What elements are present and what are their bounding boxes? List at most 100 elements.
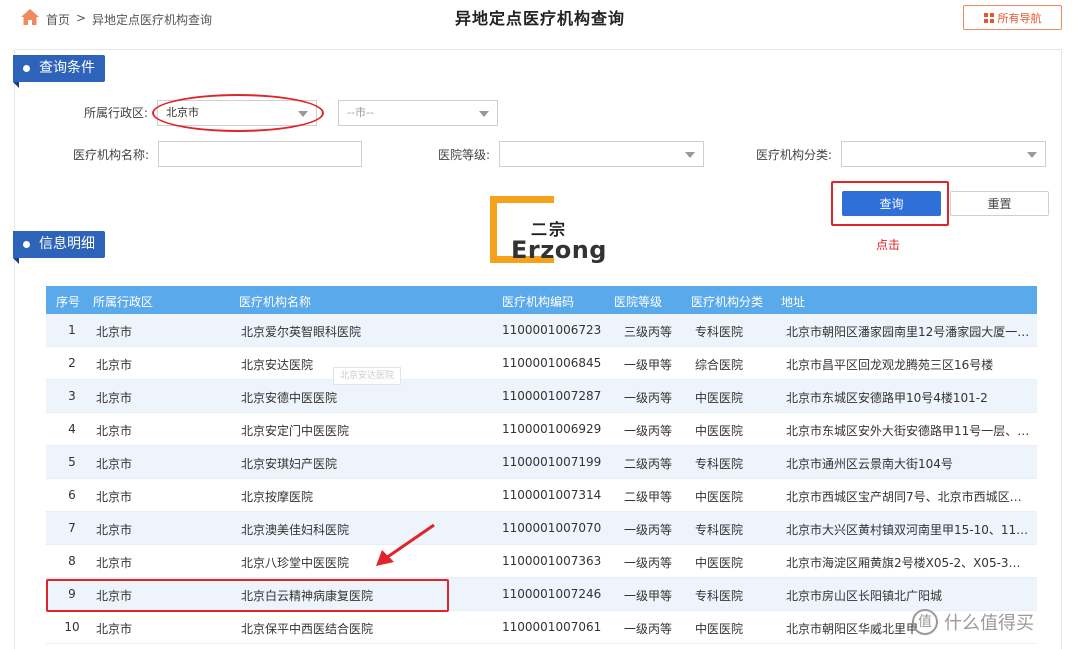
cell-code: 1100001007363 [502, 554, 602, 568]
cell-category: 综合医院 [695, 358, 744, 372]
cell-name: 北京安达医院 [241, 358, 314, 372]
top-bar: 首页 > 异地定点医疗机构查询 异地定点医疗机构查询 所有导航 [0, 0, 1080, 38]
cell-category: 专科医院 [695, 325, 744, 339]
cell-code: 1100001007199 [502, 455, 602, 469]
table-row[interactable]: 3 北京市 北京安德中医医院 1100001007287 一级丙等 中医医院 北京市东城区安… [46, 380, 1037, 413]
institution-category-label: 医疗机构分类: [756, 148, 833, 162]
chevron-down-icon [1027, 152, 1037, 158]
site-watermark-text: 什么值得买 [944, 613, 1034, 634]
bullet-icon [23, 241, 30, 248]
cell-code: 1100001006845 [502, 356, 602, 370]
chevron-down-icon [479, 111, 489, 117]
cell-name: 北京澳美佳妇科医院 [241, 523, 350, 537]
cell-name: 北京八珍堂中医医院 [241, 556, 350, 570]
cell-code: 1100001007061 [502, 620, 602, 634]
cell-address: 北京市房山区长阳镇北广阳城 [786, 589, 943, 603]
cell-name: 北京安德中医医院 [241, 391, 338, 405]
row-9-highlight-box [46, 579, 449, 612]
cell-code: 1100001006929 [502, 422, 602, 436]
cell-no: 7 [68, 521, 76, 535]
region-highlight-oval [152, 94, 324, 132]
table-row[interactable]: 2 北京市 北京安达医院 1100001006845 一级甲等 综合医院 北京市昌平区回龙观… [46, 347, 1037, 380]
cell-category: 中医医院 [695, 490, 744, 504]
cell-address: 北京市通州区云景南大街104号 [786, 457, 953, 471]
cell-region: 北京市 [96, 490, 133, 504]
cell-code: 1100001007287 [502, 389, 602, 403]
click-annotation: 点击 [876, 238, 901, 252]
cell-no: 1 [68, 323, 76, 337]
cell-no: 10 [64, 620, 80, 634]
red-arrow-icon [376, 523, 435, 566]
institution-name-input[interactable] [158, 141, 362, 167]
table-row[interactable]: 8 北京市 北京八珍堂中医医院 1100001007363 一级丙等 中医医院 北京市海淀区… [46, 545, 1037, 578]
cell-no: 6 [68, 488, 76, 502]
header-category[interactable]: 医疗机构分类 [691, 293, 763, 310]
header-region[interactable]: 所属行政区 [93, 293, 153, 310]
table-row[interactable]: 6 北京市 北京按摩医院 1100001007314 二级甲等 中医医院 北京市西城区宝产胡… [46, 479, 1037, 512]
cell-category: 中医医院 [695, 622, 744, 636]
cell-name: 北京安琪妇产医院 [241, 457, 338, 471]
cell-level: 二级甲等 [624, 490, 673, 504]
table-row[interactable]: 7 北京市 北京澳美佳妇科医院 1100001007070 一级丙等 专科医院 北京市大兴区… [46, 512, 1037, 545]
logo-en-text: Erzong [511, 236, 607, 264]
table-row[interactable]: 4 北京市 北京安定门中医医院 1100001006929 一级丙等 中医医院 北京市东城区… [46, 413, 1037, 446]
info-section-title: 信息明细 [13, 231, 105, 264]
cell-region: 北京市 [96, 358, 133, 372]
reset-button[interactable]: 重置 [950, 191, 1049, 216]
city-select[interactable]: --市-- [338, 100, 498, 126]
cell-category: 专科医院 [695, 589, 744, 603]
header-address[interactable]: 地址 [781, 293, 805, 310]
table-row[interactable]: 1 北京市 北京爱尔英智眼科医院 1100001006723 三级丙等 专科医院 北京市朝阳… [46, 314, 1037, 347]
cell-category: 中医医院 [695, 424, 744, 438]
cell-code: 1100001007070 [502, 521, 602, 535]
cell-level: 一级丙等 [624, 424, 673, 438]
cell-level: 一级丙等 [624, 622, 673, 636]
cell-address: 北京市朝阳区潘家园南里12号潘家园大厦一层... [786, 325, 1031, 339]
cell-address: 北京市海淀区厢黄旗2号楼X05-2、X05-3、X06 [786, 556, 1031, 570]
erzong-logo: 二宗 Erzong [490, 196, 606, 266]
cell-level: 一级丙等 [624, 523, 673, 537]
cell-no: 5 [68, 455, 76, 469]
cell-code: 1100001007314 [502, 488, 602, 502]
hospital-level-label: 医院等级: [438, 148, 491, 162]
cell-no: 3 [68, 389, 76, 403]
cell-region: 北京市 [96, 325, 133, 339]
cell-address: 北京市东城区安外大街安德路甲11号一层、二... [786, 424, 1031, 438]
header-level[interactable]: 医院等级 [614, 293, 662, 310]
cell-level: 一级甲等 [624, 589, 673, 603]
query-section-title: 查询条件 [13, 55, 105, 88]
cell-name: 北京保平中西医结合医院 [241, 622, 374, 636]
floating-tooltip: 北京安达医院 [333, 367, 401, 385]
cell-level: 三级丙等 [624, 325, 673, 339]
cell-level: 一级丙等 [624, 391, 673, 405]
all-navigation-label: 所有导航 [997, 11, 1042, 25]
cell-code: 1100001007246 [502, 587, 602, 601]
cell-category: 专科医院 [695, 523, 744, 537]
cell-region: 北京市 [96, 391, 133, 405]
institution-name-label: 医疗机构名称: [73, 148, 150, 162]
cell-name: 北京按摩医院 [241, 490, 314, 504]
page-title: 异地定点医疗机构查询 [454, 9, 625, 28]
cell-name: 北京爱尔英智眼科医院 [241, 325, 362, 339]
site-watermark: 值 什么值得买 [912, 609, 1034, 635]
cell-address: 北京市西城区宝产胡同7号、北京市西城区宝... [786, 490, 1031, 504]
query-highlight-box [831, 181, 949, 226]
table-header: 序号 所属行政区 医疗机构名称 医疗机构编码 医院等级 医疗机构分类 地址 [46, 286, 1037, 314]
cell-level: 二级丙等 [624, 457, 673, 471]
institution-category-select[interactable] [841, 141, 1046, 167]
cell-address: 北京市大兴区黄村镇双河南里甲15-10、11、12 [786, 523, 1031, 537]
cell-region: 北京市 [96, 523, 133, 537]
chevron-down-icon [685, 152, 695, 158]
header-no[interactable]: 序号 [56, 293, 80, 310]
header-name[interactable]: 医疗机构名称 [239, 293, 311, 310]
header-code[interactable]: 医疗机构编码 [502, 293, 574, 310]
table-row[interactable]: 10 北京市 北京保平中西医结合医院 1100001007061 一级丙等 中医医院 北京市… [46, 611, 1037, 644]
cell-category: 专科医院 [695, 457, 744, 471]
region-label: 所属行政区: [84, 106, 149, 120]
hospital-level-select[interactable] [499, 141, 704, 167]
site-badge-icon: 值 [912, 609, 938, 635]
table-row[interactable]: 5 北京市 北京安琪妇产医院 1100001007199 二级丙等 专科医院 北京市通州区云… [46, 446, 1037, 479]
grid-icon [983, 12, 994, 23]
all-navigation-button[interactable]: 所有导航 [963, 5, 1062, 30]
cell-no: 2 [68, 356, 76, 370]
